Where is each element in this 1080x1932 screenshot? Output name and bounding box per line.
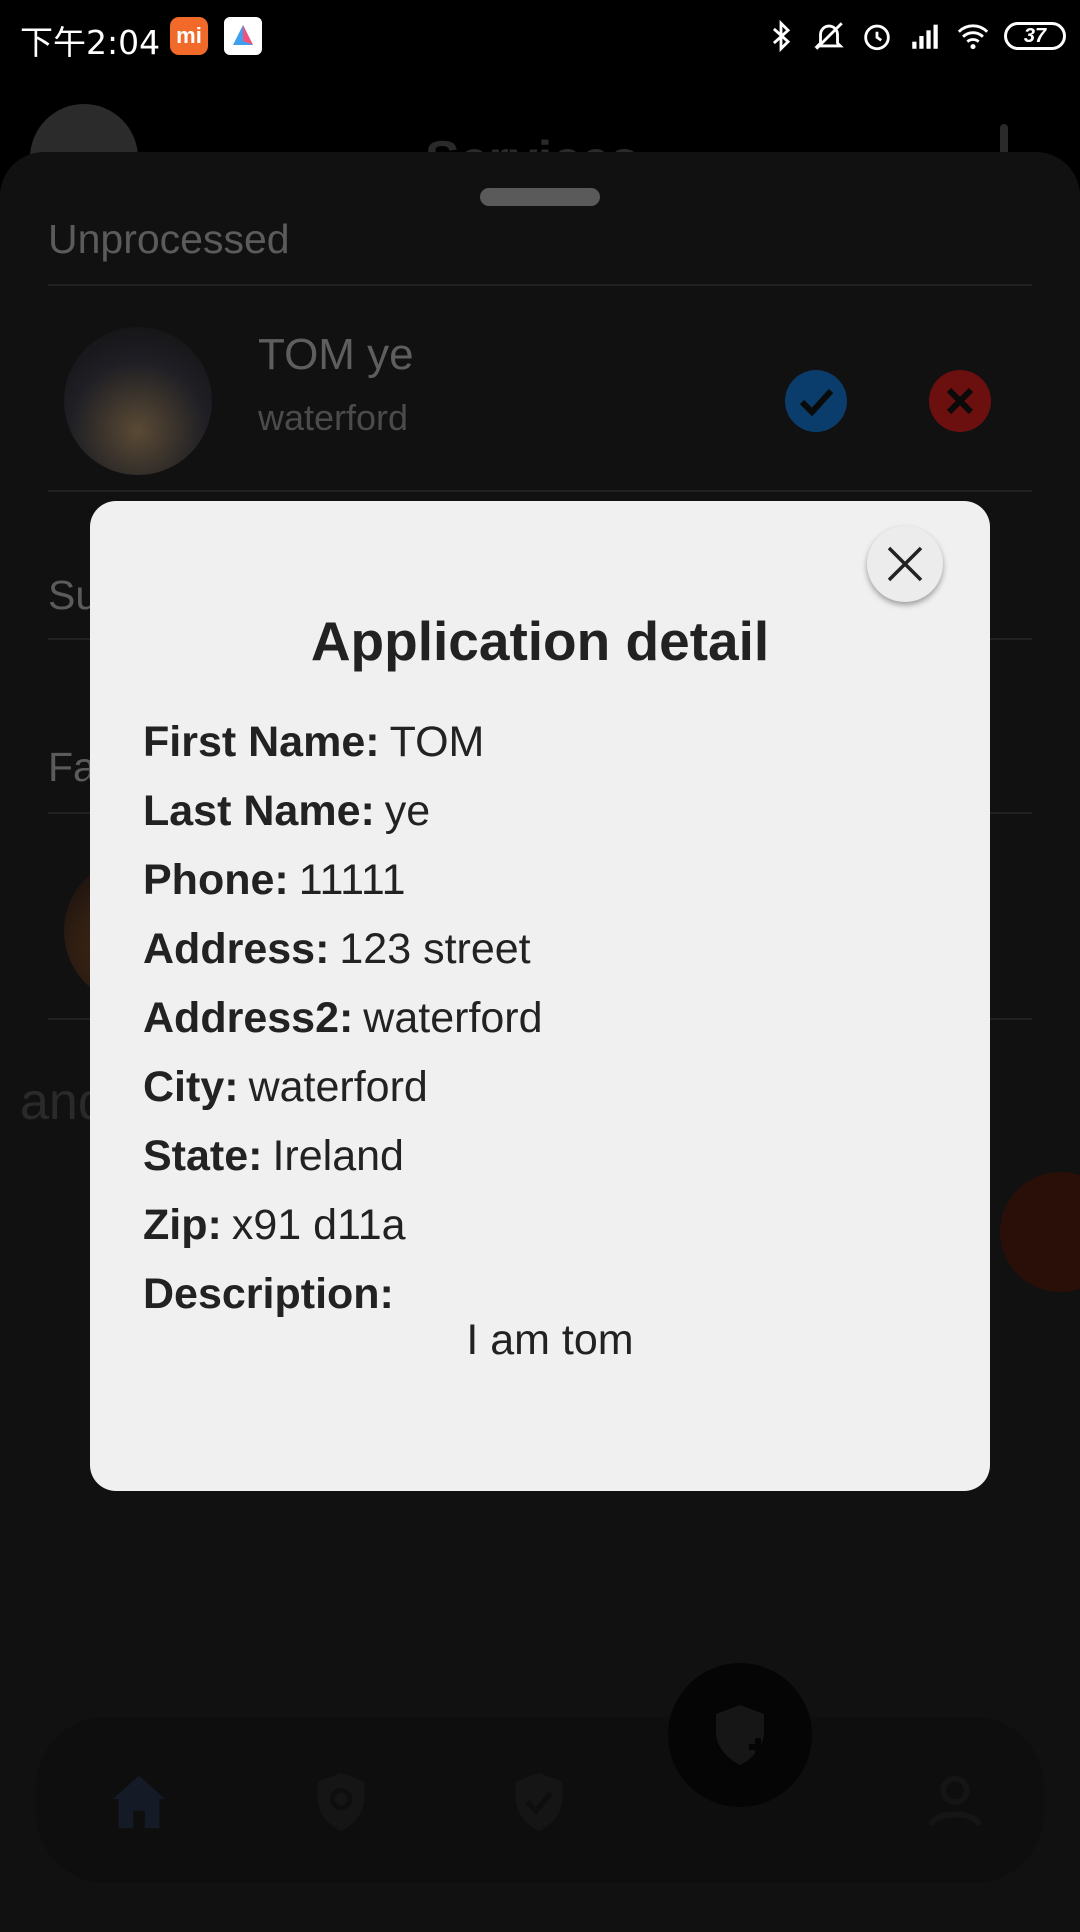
description-text: I am tom — [466, 1316, 634, 1364]
person-icon[interactable] — [920, 1767, 990, 1837]
mi-app-icon: mi — [170, 17, 208, 55]
shield-search-icon[interactable] — [306, 1767, 376, 1837]
bottom-navigation — [36, 1663, 1044, 1883]
detail-fields: First Name: TOM Last Name: ye Phone: 11111 … — [143, 708, 543, 1329]
add-application-button[interactable] — [668, 1663, 812, 1807]
bell-off-icon — [814, 22, 844, 50]
field-address2: Address2: waterford — [143, 994, 543, 1042]
field-state: State: Ireland — [143, 1132, 404, 1180]
field-first-name: First Name: TOM — [143, 718, 485, 766]
dialog-title: Application detail — [310, 610, 770, 672]
divider — [48, 490, 1032, 492]
field-address: Address: 123 street — [143, 925, 531, 973]
application-detail-dialog: Application detail First Name: TOM Last N… — [90, 501, 990, 1491]
section-unprocessed: Unprocessed — [48, 216, 290, 262]
sheet-drag-handle[interactable] — [480, 188, 600, 206]
field-last-name: Last Name: ye — [143, 787, 431, 835]
request-location: waterford — [258, 397, 409, 438]
close-button[interactable] — [867, 526, 943, 602]
field-zip: Zip: x91 d11a — [143, 1201, 406, 1249]
field-phone: Phone: 11111 — [143, 856, 406, 904]
request-name: TOM ye — [258, 330, 414, 379]
status-bar: 下午2:04 mi 37 — [0, 0, 1080, 72]
alarm-icon — [864, 24, 890, 51]
home-icon[interactable] — [104, 1767, 174, 1837]
request-avatar — [64, 327, 212, 475]
bluetooth-icon — [772, 19, 791, 53]
section-partial-fa: Fa — [48, 744, 96, 790]
wifi-icon — [957, 24, 989, 50]
close-icon — [887, 546, 923, 582]
reject-button[interactable] — [929, 370, 991, 432]
app-notification-icon — [224, 17, 262, 55]
divider — [48, 284, 1032, 286]
battery-icon: 37 — [1004, 22, 1066, 50]
signal-icon — [912, 24, 938, 49]
status-time: 下午2:04 — [20, 23, 161, 62]
field-city: City: waterford — [143, 1063, 428, 1111]
accept-button[interactable] — [785, 370, 847, 432]
shield-check-icon[interactable] — [504, 1767, 574, 1837]
